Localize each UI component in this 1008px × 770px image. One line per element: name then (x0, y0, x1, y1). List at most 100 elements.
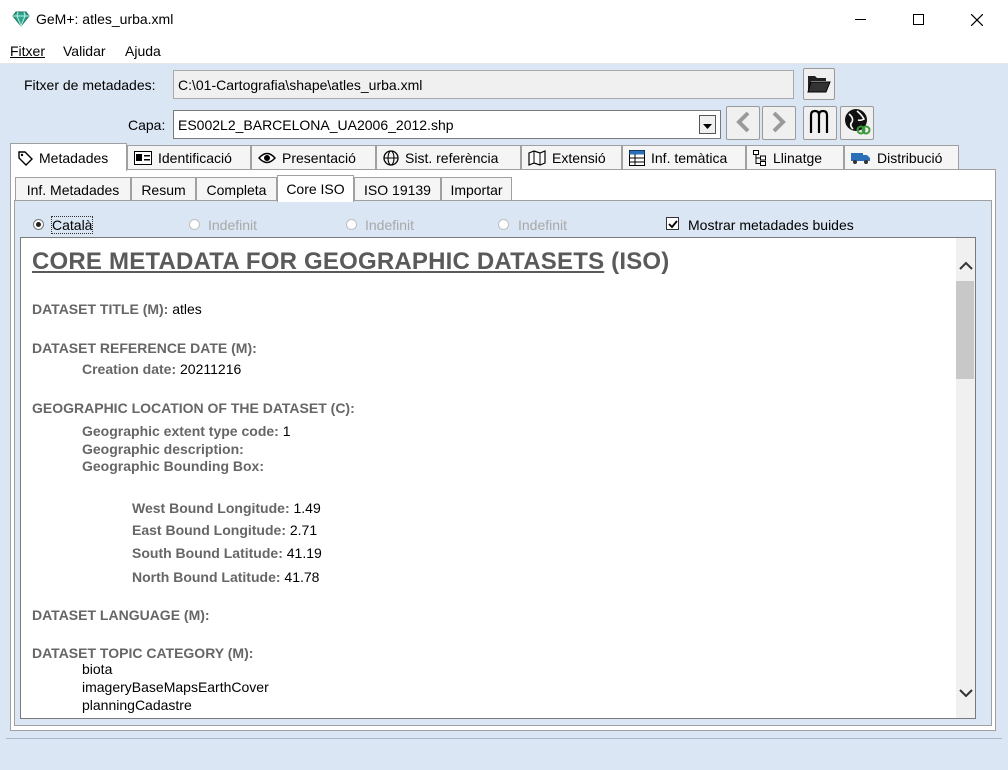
tab-label: Sist. referència (405, 149, 499, 166)
language-radio-4[interactable] (498, 219, 509, 230)
east-bound-row: East Bound Longitude: 2.71 (132, 522, 317, 538)
tab-llinatge[interactable]: Llinatge (746, 145, 844, 169)
tab-label: Distribució (877, 149, 943, 166)
language-radio-3[interactable] (346, 219, 357, 230)
subtab-inf-metadades[interactable]: Inf. Metadades (15, 177, 131, 201)
show-empty-checkbox[interactable] (666, 217, 679, 230)
layer-field-label: Capa: (128, 117, 166, 133)
dropdown-arrow-icon (703, 117, 712, 133)
west-bound-value: 1.49 (293, 500, 321, 516)
layer-select-value: ES002L2_BARCELONA_UA2006_2012.shp (178, 117, 454, 133)
scroll-up-icon[interactable] (959, 258, 973, 274)
tab-metadades[interactable]: Metadades (10, 143, 127, 171)
bounding-box-label: Geographic Bounding Box: (82, 458, 264, 474)
subtab-label: Completa (206, 181, 267, 198)
tab-label: Presentació (282, 149, 356, 166)
dataset-title-value: atles (172, 301, 202, 317)
scroll-down-icon[interactable] (959, 685, 973, 701)
m-letter-icon (808, 109, 832, 138)
menu-ajuda[interactable]: Ajuda (125, 43, 161, 59)
map-icon (528, 149, 546, 166)
tab-extensio[interactable]: Extensió (521, 145, 622, 169)
south-bound-label: South Bound Latitude: (132, 545, 283, 561)
close-button[interactable] (948, 0, 1006, 39)
topic-category-heading: DATASET TOPIC CATEGORY (M): (32, 645, 254, 661)
web-globe-button[interactable] (840, 106, 874, 140)
truck-icon (851, 151, 871, 165)
next-layer-button[interactable] (762, 106, 796, 140)
language-label-catala: Català (50, 216, 94, 234)
document-title: CORE METADATA FOR GEOGRAPHIC DATASETS (I… (32, 248, 669, 276)
table-icon (629, 149, 645, 166)
metadata-m-button[interactable] (803, 106, 837, 140)
tab-label: Llinatge (773, 149, 823, 166)
layer-dropdown-button[interactable] (699, 115, 716, 134)
west-bound-row: West Bound Longitude: 1.49 (132, 500, 321, 516)
tab-identificacio[interactable]: Identificació (127, 145, 251, 169)
metadata-file-input[interactable]: C:\01-Cartografia\shape\atles_urba.xml (173, 70, 794, 99)
eye-icon (258, 151, 276, 165)
south-bound-row: South Bound Latitude: 41.19 (132, 545, 322, 561)
chevron-right-icon (771, 111, 787, 136)
tab-distribucio[interactable]: Distribució (844, 145, 959, 169)
layer-select[interactable]: ES002L2_BARCELONA_UA2006_2012.shp (173, 110, 721, 139)
subtab-label: ISO 19139 (364, 181, 431, 198)
open-folder-button[interactable] (803, 68, 835, 100)
id-card-icon (134, 150, 152, 165)
menu-fitxer[interactable]: Fitxer (10, 43, 45, 59)
chevron-left-icon (735, 111, 751, 136)
tag-icon (17, 150, 33, 166)
creation-date-value: 20211216 (180, 361, 242, 377)
geographic-description-label: Geographic description: (82, 441, 244, 457)
tab-presentacio[interactable]: Presentació (251, 145, 376, 169)
tab-inf-tematica[interactable]: Inf. temàtica (622, 145, 746, 169)
minimize-button[interactable] (832, 0, 890, 39)
dataset-title-row: DATASET TITLE (M): atles (32, 301, 202, 317)
checkmark-icon (667, 216, 678, 232)
subtab-completa[interactable]: Completa (196, 177, 277, 201)
south-bound-value: 41.19 (286, 545, 322, 561)
extent-type-label: Geographic extent type code: (82, 423, 279, 439)
reference-date-heading: DATASET REFERENCE DATE (M): (32, 340, 257, 356)
tab-label: Extensió (552, 149, 606, 166)
subtab-label: Importar (450, 181, 503, 198)
subtab-iso-19139[interactable]: ISO 19139 (354, 177, 441, 201)
open-folder-icon (807, 73, 831, 96)
window-title: GeM+: atles_urba.xml (36, 11, 174, 27)
extent-type-row: Geographic extent type code: 1 (82, 423, 291, 439)
language-radio-catala[interactable] (33, 219, 44, 230)
scrollbar-thumb[interactable] (956, 281, 974, 379)
topic-item: planningCadastre (82, 697, 192, 713)
east-bound-label: East Bound Longitude: (132, 522, 286, 538)
language-label-2: Indefinit (208, 217, 258, 233)
subtab-label: Inf. Metadades (26, 181, 120, 198)
show-empty-label: Mostrar metadades buides (688, 217, 854, 233)
extent-type-value: 1 (282, 423, 291, 439)
maximize-button[interactable] (890, 0, 948, 39)
topic-item: biota (82, 661, 113, 677)
globe-icon (383, 149, 399, 166)
bottom-divider (6, 738, 1002, 739)
topic-item: imageryBaseMapsEarthCover (82, 679, 269, 695)
globe-link-icon (843, 108, 871, 139)
language-radio-2[interactable] (189, 219, 200, 230)
vertical-scrollbar[interactable] (956, 238, 975, 718)
subtab-core-iso[interactable]: Core ISO (277, 175, 354, 202)
language-label-3: Indefinit (365, 217, 415, 233)
creation-date-row: Creation date: 20211216 (82, 361, 241, 377)
dataset-language-heading: DATASET LANGUAGE (M): (32, 607, 210, 623)
title-bar: GeM+: atles_urba.xml (0, 0, 1008, 39)
language-label-4: Indefinit (518, 217, 568, 233)
tab-sist-referencia[interactable]: Sist. referència (376, 145, 521, 169)
tree-icon (753, 149, 767, 166)
subtab-resum[interactable]: Resum (131, 177, 196, 201)
subtab-importar[interactable]: Importar (441, 177, 512, 201)
core-iso-document[interactable]: CORE METADATA FOR GEOGRAPHIC DATASETS (I… (20, 237, 976, 719)
geographic-location-heading: GEOGRAPHIC LOCATION OF THE DATASET (C): (32, 400, 355, 416)
north-bound-value: 41.78 (284, 569, 320, 585)
menu-validar[interactable]: Validar (63, 43, 106, 59)
document-title-suffix: (ISO) (611, 248, 670, 275)
previous-layer-button[interactable] (726, 106, 760, 140)
tab-label: Metadades (39, 149, 109, 166)
tab-label: Inf. temàtica (651, 149, 728, 166)
